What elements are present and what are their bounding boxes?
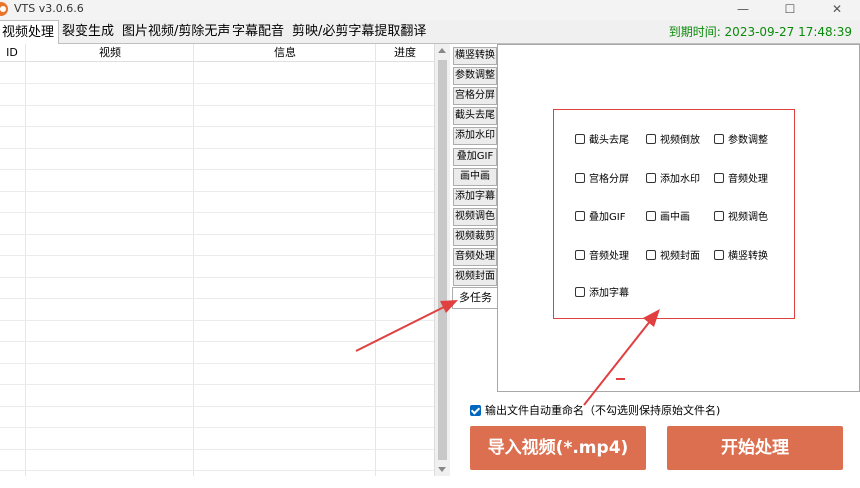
title-bar: VTS v3.0.6.6 — ☐ ✕ — [0, 0, 860, 20]
table-row-line — [0, 126, 434, 127]
column-header-video[interactable]: 视频 — [26, 44, 194, 62]
auto-rename-option[interactable]: 输出文件自动重命名（不勾选则保持原始文件名) — [470, 404, 720, 418]
column-header-info[interactable]: 信息 — [194, 44, 376, 62]
checkbox-icon[interactable] — [714, 250, 724, 260]
close-button[interactable]: ✕ — [814, 0, 860, 20]
tool-tab-audio[interactable]: 音频处理 — [453, 248, 497, 266]
scroll-thumb[interactable] — [438, 60, 447, 460]
video-table[interactable]: ID 视频 信息 进度 — [0, 44, 434, 476]
tool-tab-crop[interactable]: 视频裁剪 — [453, 228, 497, 246]
checkbox-icon[interactable] — [714, 173, 724, 183]
tool-tab-pip[interactable]: 画中画 — [453, 168, 497, 186]
checkbox-icon[interactable] — [646, 173, 656, 183]
table-row-line — [0, 234, 434, 235]
checkbox-icon[interactable] — [714, 211, 724, 221]
table-header: ID 视频 信息 进度 — [0, 44, 434, 62]
checkbox-icon[interactable] — [646, 134, 656, 144]
table-row-line — [0, 83, 434, 84]
table-row-line — [0, 427, 434, 428]
tool-tab-grid[interactable]: 宫格分屏 — [453, 87, 497, 105]
checkbox-checked-icon[interactable] — [470, 405, 481, 416]
tab-video-processing[interactable]: 视频处理 — [0, 20, 60, 45]
table-row-line — [0, 470, 434, 471]
table-row-line — [0, 320, 434, 321]
app-title: VTS v3.0.6.6 — [14, 2, 84, 15]
column-header-id[interactable]: ID — [0, 44, 24, 62]
column-header-progress[interactable]: 进度 — [376, 44, 434, 62]
table-row-line — [0, 255, 434, 256]
table-scrollbar[interactable] — [434, 44, 450, 476]
minimize-button[interactable]: — — [720, 0, 766, 20]
import-video-button[interactable]: 导入视频(*.mp4) — [470, 426, 646, 470]
table-row-line — [0, 105, 434, 106]
option-watermark[interactable]: 添加水印 — [646, 173, 700, 187]
tool-tab-cover[interactable]: 视频封面 — [453, 268, 497, 286]
option-subtitle[interactable]: 添加字幕 — [575, 287, 629, 301]
table-row-line — [0, 449, 434, 450]
tab-subtitle-dubbing[interactable]: 字幕配音 — [232, 20, 284, 44]
tool-tab-params[interactable]: 参数调整 — [453, 67, 497, 85]
table-row-line — [0, 148, 434, 149]
option-rotate[interactable]: 横竖转换 — [714, 250, 768, 264]
tab-jianying-subtitle[interactable]: 剪映/必剪字幕提取翻译 — [292, 20, 426, 44]
tool-tab-color[interactable]: 视频调色 — [453, 208, 497, 226]
option-audio-2[interactable]: 音频处理 — [575, 250, 629, 264]
tab-fission-generate[interactable]: 裂变生成 — [62, 20, 114, 44]
table-row-line — [0, 384, 434, 385]
table-row-line — [0, 363, 434, 364]
column-divider — [375, 44, 376, 476]
table-row-line — [0, 277, 434, 278]
tool-tab-subtitle[interactable]: 添加字幕 — [453, 188, 497, 206]
option-grid[interactable]: 宫格分屏 — [575, 173, 629, 187]
main-tab-bar: 视频处理 裂变生成 图片视频/剪除无声 字幕配音 剪映/必剪字幕提取翻译 到期时… — [0, 20, 860, 45]
checkbox-icon[interactable] — [575, 173, 585, 183]
app-logo-icon — [0, 2, 8, 16]
checkbox-icon[interactable] — [575, 287, 585, 297]
start-processing-button[interactable]: 开始处理 — [667, 426, 843, 470]
maximize-button[interactable]: ☐ — [767, 0, 813, 20]
column-divider — [25, 44, 26, 476]
checkbox-icon[interactable] — [575, 250, 585, 260]
option-color[interactable]: 视频调色 — [714, 211, 768, 225]
tool-tab-multitask[interactable]: 多任务 — [452, 287, 498, 309]
tool-tab-watermark[interactable]: 添加水印 — [453, 127, 497, 145]
option-trim[interactable]: 截头去尾 — [575, 134, 629, 148]
option-gif[interactable]: 叠加GIF — [575, 211, 625, 225]
checkbox-icon[interactable] — [575, 211, 585, 221]
table-row-line — [0, 406, 434, 407]
tool-tab-rotate[interactable]: 横竖转换 — [453, 47, 497, 65]
scroll-down-icon[interactable] — [438, 467, 446, 472]
option-params[interactable]: 参数调整 — [714, 134, 768, 148]
checkbox-icon[interactable] — [646, 250, 656, 260]
table-row-line — [0, 212, 434, 213]
tool-tab-trim[interactable]: 截头去尾 — [453, 107, 497, 125]
column-divider — [193, 44, 194, 476]
option-cover[interactable]: 视频封面 — [646, 250, 700, 264]
table-row-line — [0, 298, 434, 299]
tab-image-video[interactable]: 图片视频/剪除无声 — [122, 20, 230, 44]
table-row-line — [0, 191, 434, 192]
checkbox-icon[interactable] — [646, 211, 656, 221]
table-row-line — [0, 341, 434, 342]
table-row-line — [0, 169, 434, 170]
option-pip[interactable]: 画中画 — [646, 211, 690, 225]
vts-window: VTS v3.0.6.6 — ☐ ✕ 视频处理 裂变生成 图片视频/剪除无声 字… — [0, 0, 860, 488]
scroll-up-icon[interactable] — [438, 48, 446, 53]
tool-tab-gif[interactable]: 叠加GIF — [453, 148, 497, 166]
red-dash-mark — [616, 378, 625, 380]
checkbox-icon[interactable] — [714, 134, 724, 144]
expire-time: 到期时间: 2023-09-27 17:48:39 — [668, 25, 852, 39]
option-audio[interactable]: 音频处理 — [714, 173, 768, 187]
option-reverse[interactable]: 视频倒放 — [646, 134, 700, 148]
checkbox-icon[interactable] — [575, 134, 585, 144]
